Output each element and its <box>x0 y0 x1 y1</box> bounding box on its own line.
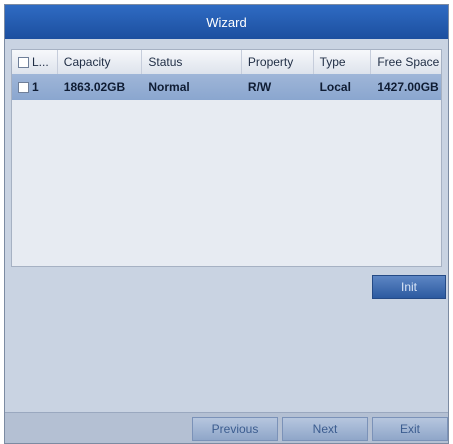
previous-button[interactable]: Previous <box>192 417 278 441</box>
table-row[interactable]: 1 1863.02GB Normal R/W Local 1427.00GB <box>12 74 441 100</box>
row-status: Normal <box>148 80 190 94</box>
row-capacity: 1863.02GB <box>63 80 126 94</box>
header-cell-capacity[interactable]: Capacity <box>58 50 143 74</box>
window-title: Wizard <box>5 5 448 39</box>
exit-button[interactable]: Exit <box>372 417 448 441</box>
table-header: L... Capacity Status Property Type Free … <box>12 50 441 75</box>
row-label-cell[interactable]: 1 <box>12 74 58 100</box>
wizard-window: Wizard L... Capacity Status Property Typ… <box>4 4 449 444</box>
row-type: Local <box>319 80 351 94</box>
header-cell-type[interactable]: Type <box>314 50 372 74</box>
row-free-space: 1427.00GB <box>377 80 439 94</box>
header-cell-free-space[interactable]: Free Space <box>371 50 441 74</box>
header-cell-status[interactable]: Status <box>142 50 242 74</box>
select-all-checkbox[interactable] <box>18 57 29 69</box>
disk-table: L... Capacity Status Property Type Free … <box>11 49 442 267</box>
bottom-bar: Previous Next Exit <box>5 412 448 443</box>
init-button[interactable]: Init <box>372 275 446 299</box>
next-button[interactable]: Next <box>282 417 368 441</box>
row-property: R/W <box>247 80 272 94</box>
row-checkbox[interactable] <box>18 82 29 94</box>
header-cell-label[interactable]: L... <box>12 50 58 74</box>
header-cell-property[interactable]: Property <box>242 50 314 74</box>
